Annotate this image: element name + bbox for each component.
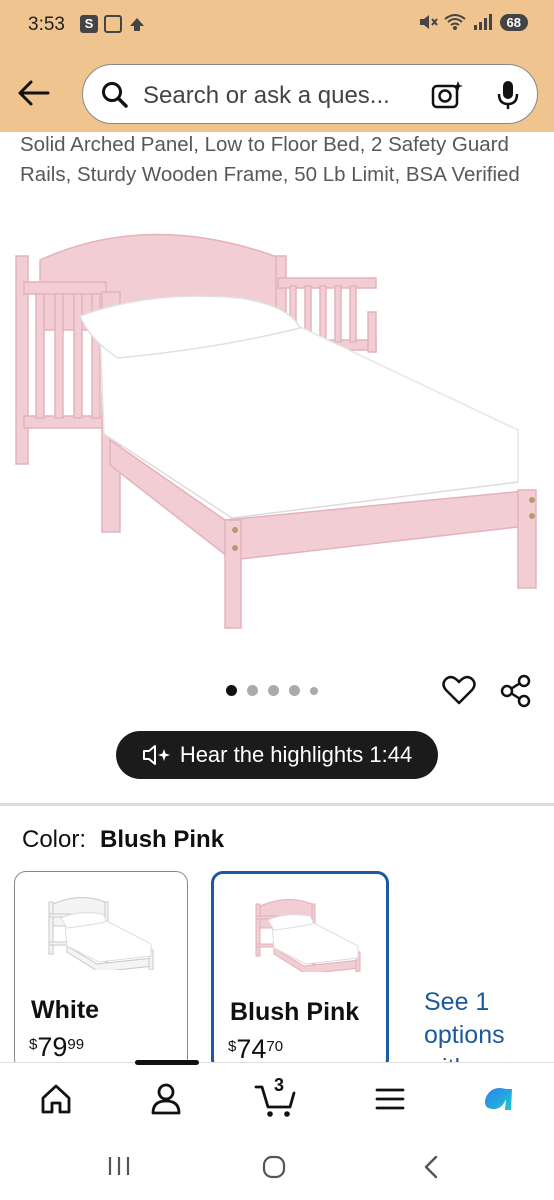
heart-icon[interactable] bbox=[442, 674, 476, 706]
product-image[interactable] bbox=[0, 220, 554, 640]
recent-apps-icon[interactable] bbox=[106, 1154, 132, 1178]
color-option-white[interactable]: White $7999 bbox=[14, 871, 188, 1071]
share-icon[interactable] bbox=[500, 674, 532, 708]
status-icons: 68 bbox=[418, 13, 528, 31]
carousel-dot[interactable] bbox=[289, 685, 300, 696]
menu-icon[interactable] bbox=[370, 1079, 410, 1119]
carousel-dot[interactable] bbox=[247, 685, 258, 696]
signal-icon bbox=[473, 14, 492, 30]
app-notification-icon bbox=[130, 18, 144, 31]
color-option-price: $7470 bbox=[228, 1034, 284, 1064]
hear-highlights-label: Hear the highlights 1:44 bbox=[179, 742, 413, 767]
s-app-icon: S bbox=[80, 15, 98, 33]
color-option-name: Blush Pink bbox=[230, 998, 360, 1026]
pink-bed-thumbnail bbox=[255, 899, 361, 972]
system-back-icon[interactable] bbox=[420, 1154, 442, 1180]
section-divider bbox=[0, 803, 554, 806]
color-option-blush-pink[interactable]: Blush Pink $7470 bbox=[211, 871, 389, 1071]
rufus-icon[interactable] bbox=[478, 1079, 518, 1119]
active-tab-indicator bbox=[135, 1060, 199, 1065]
home-button-icon[interactable] bbox=[261, 1154, 287, 1180]
mute-icon bbox=[419, 15, 438, 29]
hear-highlights-button[interactable]: Hear the highlights 1:44 bbox=[116, 731, 438, 779]
back-arrow-icon[interactable] bbox=[16, 78, 50, 108]
selected-color: Blush Pink bbox=[100, 826, 225, 853]
status-bar: 3:53 S 68 bbox=[0, 10, 554, 40]
bottom-tab-bar: 3 bbox=[0, 1060, 554, 1137]
status-time: 3:53 bbox=[28, 14, 65, 35]
image-carousel-dots[interactable] bbox=[226, 685, 318, 696]
home-icon[interactable] bbox=[36, 1079, 76, 1119]
system-navigation-bar bbox=[0, 1136, 554, 1200]
carousel-dot[interactable] bbox=[226, 685, 237, 696]
color-label: Color: bbox=[22, 826, 87, 853]
search-bar[interactable]: Search or ask a ques... bbox=[82, 64, 538, 124]
wifi-icon bbox=[443, 14, 466, 30]
color-label-row: Color: Blush Pink bbox=[22, 826, 224, 854]
account-icon[interactable] bbox=[146, 1079, 186, 1119]
search-input[interactable]: Search or ask a ques... bbox=[143, 82, 390, 110]
battery-indicator: 68 bbox=[499, 13, 528, 31]
carousel-dot[interactable] bbox=[310, 686, 318, 695]
color-option-name: White bbox=[31, 996, 100, 1024]
search-icon bbox=[102, 82, 128, 108]
cart-count-badge: 3 bbox=[274, 1075, 285, 1095]
camera-search-icon[interactable] bbox=[431, 80, 463, 110]
microphone-icon[interactable] bbox=[497, 80, 519, 110]
speaker-sparkle-icon bbox=[142, 745, 170, 765]
carousel-dot[interactable] bbox=[268, 685, 279, 696]
product-title: Solid Arched Panel, Low to Floor Bed, 2 … bbox=[20, 133, 520, 186]
app-header: 3:53 S 68 Search or ask a ques... bbox=[0, 0, 554, 132]
white-bed-thumbnail bbox=[48, 897, 154, 970]
color-option-price: $7999 bbox=[29, 1032, 85, 1062]
instagram-icon bbox=[104, 15, 122, 33]
